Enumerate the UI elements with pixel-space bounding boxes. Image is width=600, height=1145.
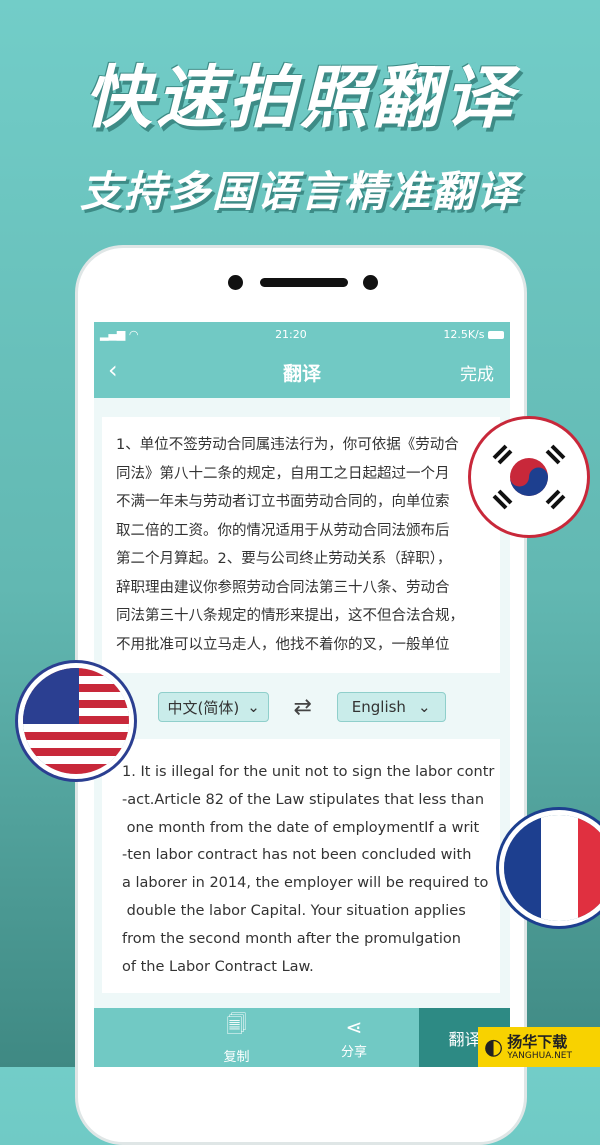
- language-selector: 中文(简体) ⌄ ⇄ English ⌄: [94, 692, 510, 722]
- source-line: 辞职理由建议你参照劳动合同法第三十八条、劳动合: [116, 579, 450, 596]
- headline: 快速拍照翻译: [83, 59, 516, 138]
- source-line: 同法》第八十二条的规定，自用工之日起超过一个月: [116, 465, 450, 482]
- source-line: 不用批准可以立马走人，他找不着你的叉，一般单位: [116, 636, 450, 653]
- status-speed: 12.5K/s: [443, 328, 504, 341]
- copy-button[interactable]: 🗐 复制: [184, 1008, 289, 1067]
- battery-icon: [488, 330, 504, 339]
- translation-line: one month from the date of employmentIf …: [122, 819, 480, 836]
- translation-text: 1. It is illegal for the unit not to sig…: [102, 739, 500, 993]
- share-icon: ⋖: [345, 1015, 363, 1039]
- sensor-dot: [363, 275, 378, 290]
- source-text[interactable]: 1、单位不签劳动合同属违法行为，你可依据《劳动合 同法》第八十二条的规定，自用工之…: [102, 417, 500, 673]
- share-button[interactable]: ⋖ 分享: [289, 1008, 419, 1067]
- target-language-select[interactable]: English ⌄: [336, 692, 446, 722]
- speaker: [260, 278, 348, 287]
- status-time: 21:20: [275, 327, 307, 341]
- source-line: 同法第三十八条规定的情形来提出，这不但合法合规，: [116, 608, 464, 624]
- swap-icon[interactable]: ⇄: [285, 695, 321, 720]
- back-icon[interactable]: ‹: [108, 356, 118, 384]
- translation-line: -act.Article 82 of the Law stipulates th…: [122, 791, 485, 808]
- camera-dot: [228, 275, 243, 290]
- translation-line: of the Labor Contract Law.: [122, 958, 314, 975]
- nav-bar: ‹ 翻译 完成: [94, 346, 510, 398]
- translation-line: a laborer in 2014, the employer will be …: [122, 875, 489, 892]
- translation-line: -ten labor contract has not been conclud…: [122, 847, 472, 864]
- source-line: 第二个月算起。2、要与公司终止劳动关系（辞职），: [116, 551, 452, 567]
- usa-flag-icon: [23, 668, 129, 774]
- translation-line: double the labor Capital. Your situation…: [122, 902, 466, 919]
- watermark-logo: ◐ 扬华下载 YANGHUA.NET: [478, 1027, 600, 1067]
- source-language-select[interactable]: 中文(简体) ⌄: [158, 692, 269, 722]
- page-title: 翻译: [282, 362, 321, 385]
- source-line: 取二倍的工资。你的情况适用于从劳动合同法颁布后: [116, 522, 450, 539]
- source-line: 不满一年未与劳动者订立书面劳动合同的，向单位索: [116, 494, 450, 510]
- done-button[interactable]: 完成: [460, 360, 494, 385]
- signal-wifi-icon: ▂▄▆ ◠: [100, 327, 139, 341]
- korea-flag-icon: [476, 424, 582, 530]
- chevron-down-icon: ⌄: [247, 698, 260, 716]
- source-line: 1、单位不签劳动合同属违法行为，你可依据《劳动合: [116, 437, 459, 453]
- subheadline: 支持多国语言精准翻译: [79, 167, 520, 216]
- copy-icon: 🗐: [226, 1012, 247, 1036]
- translation-line: from the second month after the promulga…: [122, 930, 461, 947]
- status-bar: ▂▄▆ ◠ 21:20 12.5K/s: [94, 322, 510, 346]
- translation-line: 1. It is illegal for the unit not to sig…: [122, 764, 495, 780]
- chevron-down-icon: ⌄: [417, 698, 431, 716]
- bottom-toolbar: 🗐 复制 ⋖ 分享 翻译: [94, 1008, 510, 1067]
- screen: ▂▄▆ ◠ 21:20 12.5K/s ‹ 翻译 完成 1、单位不签劳动合同属违…: [94, 322, 510, 1067]
